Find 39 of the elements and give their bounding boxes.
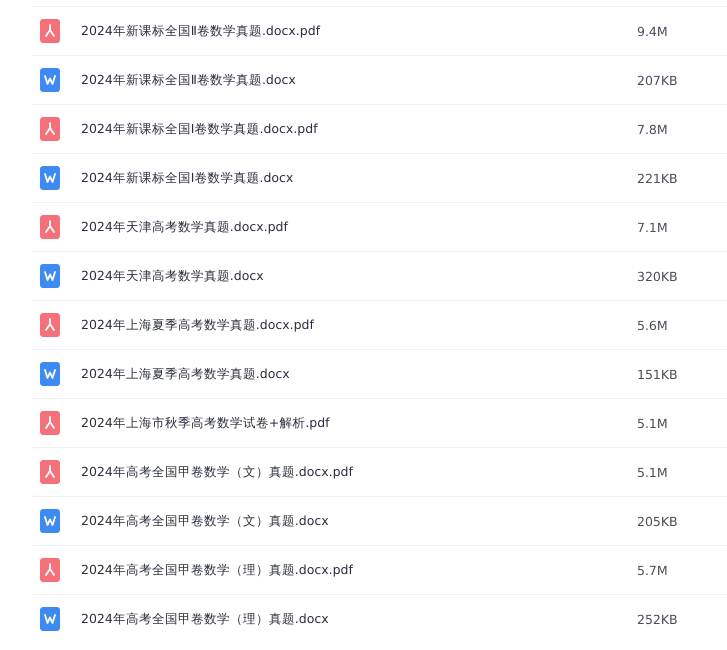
file-size: 252KB — [637, 612, 678, 626]
pdf-file-icon — [40, 117, 60, 141]
file-name[interactable]: 2024年新课标全国Ⅰ卷数学真题.docx.pdf — [81, 120, 637, 138]
file-name[interactable]: 2024年高考全国甲卷数学（理）真题.docx — [81, 610, 637, 628]
file-size: 205KB — [637, 514, 678, 528]
file-size: 221KB — [637, 170, 678, 186]
pdf-file-icon — [40, 215, 60, 239]
file-size: 320KB — [637, 268, 678, 284]
file-name[interactable]: 2024年上海市秋季高考数学试卷+解析.pdf — [81, 414, 637, 432]
file-name[interactable]: 2024年上海夏季高考数学真题.docx.pdf — [81, 316, 637, 334]
word-file-icon — [40, 68, 60, 92]
pdf-file-icon — [40, 19, 60, 43]
file-name[interactable]: 2024年上海夏季高考数学真题.docx — [81, 366, 637, 382]
file-name[interactable]: 2024年新课标全国Ⅱ卷数学真题.docx.pdf — [81, 22, 637, 40]
file-size: 7.8M — [637, 122, 668, 136]
word-file-icon — [40, 362, 60, 386]
pdf-file-icon — [40, 313, 60, 337]
file-size: 207KB — [637, 72, 678, 88]
pdf-file-icon — [40, 411, 60, 435]
file-name[interactable]: 2024年高考全国甲卷数学（理）真题.docx.pdf — [81, 562, 637, 578]
file-name[interactable]: 2024年高考全国甲卷数学（文）真题.docx — [81, 512, 637, 530]
file-size: 7.1M — [637, 220, 668, 234]
word-file-icon — [40, 509, 60, 533]
word-file-icon — [40, 607, 60, 631]
file-name[interactable]: 2024年天津高考数学真题.docx — [81, 268, 637, 284]
file-name[interactable]: 2024年新课标全国Ⅱ卷数学真题.docx — [81, 72, 637, 88]
file-size: 151KB — [637, 366, 678, 382]
pdf-file-icon — [40, 558, 60, 582]
word-file-icon — [40, 166, 60, 190]
file-size: 5.1M — [637, 464, 668, 480]
word-file-icon — [40, 264, 60, 288]
file-size: 5.7M — [637, 562, 668, 578]
file-size: 9.4M — [637, 24, 668, 38]
file-name[interactable]: 2024年新课标全国Ⅰ卷数学真题.docx — [81, 170, 637, 186]
file-size: 5.1M — [637, 416, 668, 430]
file-name[interactable]: 2024年天津高考数学真题.docx.pdf — [81, 218, 637, 236]
file-name[interactable]: 2024年高考全国甲卷数学（文）真题.docx.pdf — [81, 464, 637, 480]
file-size: 5.6M — [637, 318, 668, 332]
pdf-file-icon — [40, 460, 60, 484]
